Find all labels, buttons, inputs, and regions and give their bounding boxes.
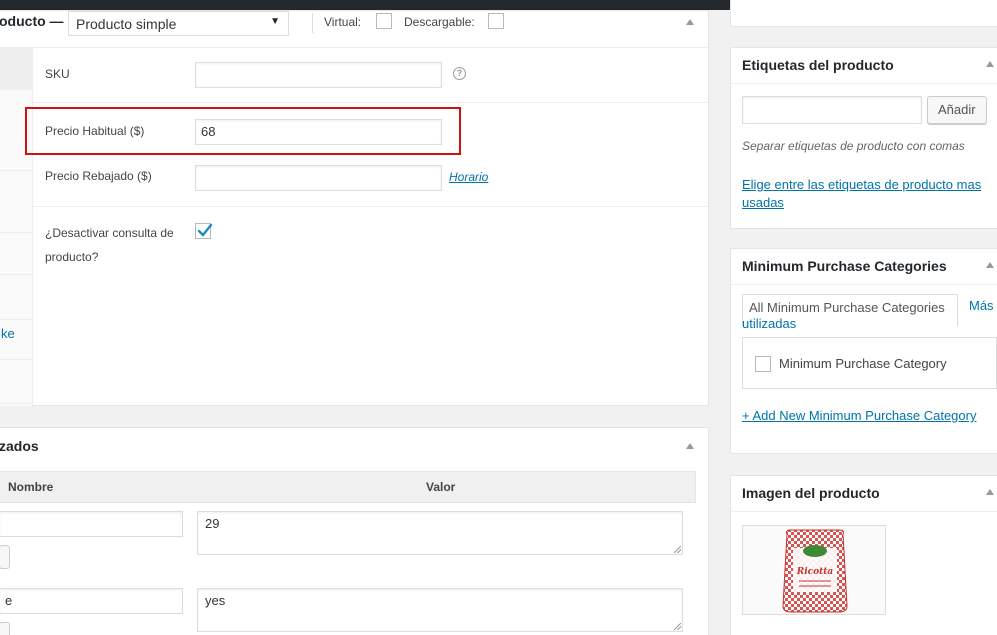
add-new-category-link[interactable]: + Add New Minimum Purchase Category <box>742 407 976 425</box>
downloadable-label: Descargable: <box>404 15 475 29</box>
disable-query-label-cont: producto? <box>45 250 99 264</box>
attributes-title: zados <box>0 438 39 454</box>
field-divider <box>33 102 709 103</box>
product-image-thumbnail[interactable]: Ricotta <box>742 525 886 615</box>
category-label: Minimum Purchase Category <box>779 356 947 371</box>
category-list: Minimum Purchase Category <box>742 337 997 389</box>
tab-most-used[interactable]: Más <box>969 297 994 315</box>
attributes-panel: zados Nombre Valor 29 e yes <box>0 427 709 635</box>
collapse-arrow-icon[interactable] <box>686 19 694 25</box>
product-tags-panel: Etiquetas del producto Añadir Separar et… <box>730 47 997 229</box>
choose-tags-link-cont[interactable]: usadas <box>742 194 784 212</box>
resize-grip-icon[interactable] <box>674 546 681 553</box>
sku-input[interactable] <box>195 62 442 88</box>
product-tags-header: Etiquetas del producto <box>731 48 997 84</box>
product-image-header: Imagen del producto <box>731 476 997 512</box>
disable-query-checkbox[interactable] <box>195 223 213 239</box>
virtual-checkbox[interactable] <box>376 13 392 29</box>
product-tags-title: Etiquetas del producto <box>742 57 894 73</box>
attributes-table-header: Nombre Valor <box>0 471 696 503</box>
min-purchase-panel: Minimum Purchase Categories All Minimum … <box>730 248 997 454</box>
choose-tags-link[interactable]: Elige entre las etiquetas de producto ma… <box>742 176 981 194</box>
schedule-link[interactable]: Horario <box>449 170 488 184</box>
attribute-value-text: yes <box>205 593 226 608</box>
min-purchase-header: Minimum Purchase Categories <box>731 249 997 285</box>
attribute-value-textarea[interactable]: yes <box>197 588 683 632</box>
sale-price-input[interactable] <box>195 165 442 191</box>
downloadable-checkbox[interactable] <box>488 13 504 29</box>
product-data-panel: oducto — Producto simple ▼ Virtual: Desc… <box>0 10 709 406</box>
tags-hint: Separar etiquetas de producto con comas <box>742 139 965 153</box>
tab-most-used-cont[interactable]: utilizadas <box>742 315 796 333</box>
attribute-option-button[interactable] <box>0 622 10 635</box>
tab-link-text[interactable]: ke <box>1 326 15 341</box>
header-divider <box>312 13 313 33</box>
attribute-option-button[interactable] <box>0 545 10 569</box>
product-image-title: Imagen del producto <box>742 485 880 501</box>
disable-query-label: ¿Desactivar consulta de <box>45 226 174 240</box>
resize-grip-icon[interactable] <box>674 623 681 630</box>
add-tag-button[interactable]: Añadir <box>927 96 987 124</box>
attribute-name-input[interactable] <box>0 511 183 537</box>
product-image-panel: Imagen del producto Ricotta <box>730 475 997 635</box>
attribute-value-textarea[interactable]: 29 <box>197 511 683 555</box>
help-icon[interactable]: ? <box>453 67 466 80</box>
ricotta-package-image: Ricotta <box>782 529 848 613</box>
category-checkbox[interactable] <box>755 356 771 372</box>
product-data-header: oducto — Producto simple ▼ Virtual: Desc… <box>0 11 708 48</box>
sku-label: SKU <box>45 67 70 81</box>
tab-shipping[interactable] <box>0 171 33 233</box>
collapse-arrow-icon[interactable] <box>986 489 994 495</box>
tab-attributes[interactable] <box>0 275 33 320</box>
product-data-title: oducto — <box>0 13 64 29</box>
price-highlight-box <box>25 107 461 155</box>
tab-extra[interactable] <box>0 360 33 404</box>
collapse-arrow-icon[interactable] <box>986 61 994 67</box>
attribute-value-text: 29 <box>205 516 220 531</box>
tab-linked[interactable] <box>0 233 33 275</box>
sidebar-top-panel <box>730 0 997 27</box>
sale-price-label: Precio Rebajado ($) <box>45 169 152 183</box>
virtual-label: Virtual: <box>324 15 362 29</box>
column-value: Valor <box>426 480 456 494</box>
checkmark-icon <box>197 223 213 237</box>
product-type-select[interactable]: Producto simple ▼ <box>68 11 289 36</box>
tab-general[interactable] <box>0 48 33 90</box>
attribute-name-input[interactable]: e <box>0 588 183 614</box>
chevron-down-icon: ▼ <box>270 16 280 27</box>
field-divider <box>33 206 709 207</box>
collapse-arrow-icon[interactable] <box>986 262 994 268</box>
tag-input[interactable] <box>742 96 922 124</box>
package-label: Ricotta <box>796 567 834 577</box>
min-purchase-title: Minimum Purchase Categories <box>742 258 947 274</box>
collapse-arrow-icon[interactable] <box>686 443 694 449</box>
product-type-value: Producto simple <box>76 16 177 32</box>
product-data-tabs: ke <box>0 48 33 406</box>
column-name: Nombre <box>8 480 54 494</box>
